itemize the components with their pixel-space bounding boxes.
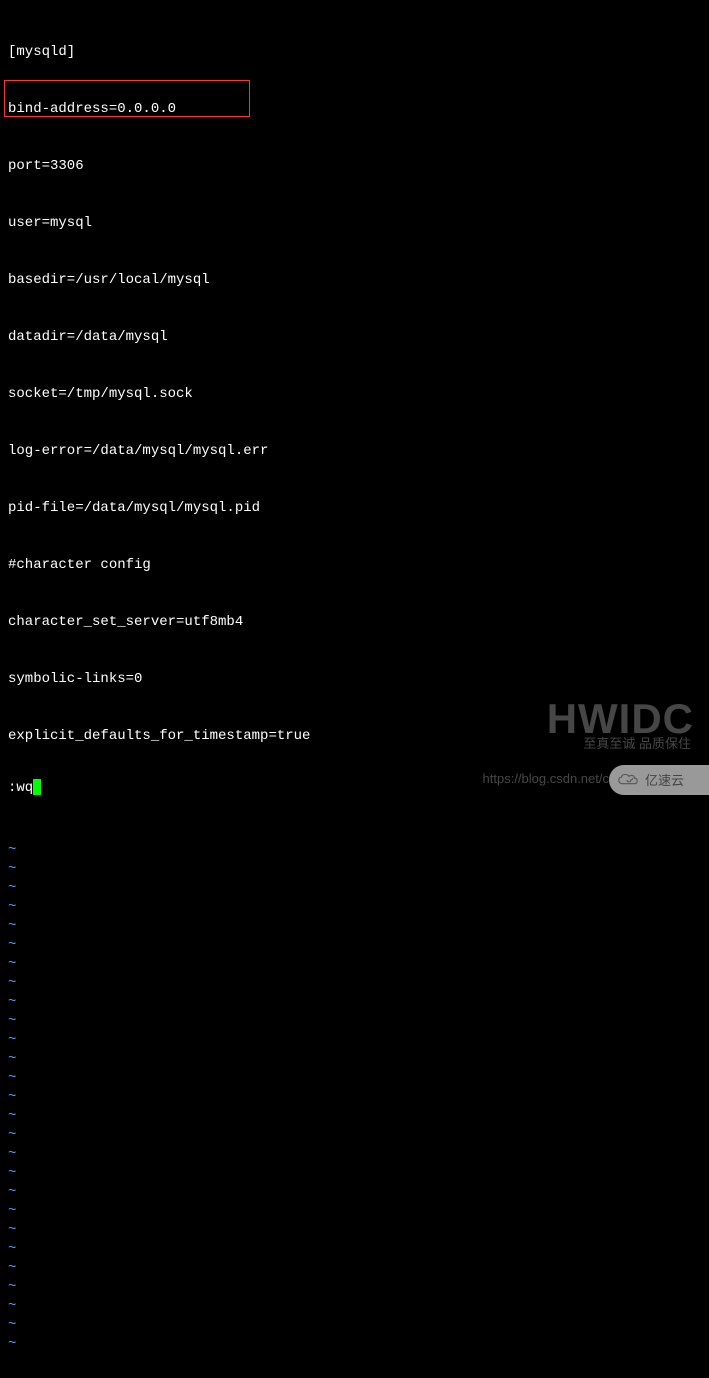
- cursor-icon: [33, 779, 41, 795]
- vim-tilde-line: ~: [8, 1316, 701, 1335]
- config-line: #character config: [8, 556, 701, 575]
- config-line: symbolic-links=0: [8, 670, 701, 689]
- config-line: basedir=/usr/local/mysql: [8, 271, 701, 290]
- vim-editor[interactable]: [mysqld] bind-address=0.0.0.0 port=3306 …: [0, 0, 709, 1378]
- vim-command: :wq: [8, 780, 33, 796]
- vim-tilde-line: ~: [8, 1259, 701, 1278]
- vim-tilde-line: ~: [8, 1164, 701, 1183]
- vim-tilde-line: ~: [8, 1183, 701, 1202]
- config-line: bind-address=0.0.0.0: [8, 100, 701, 119]
- vim-tilde-line: ~: [8, 879, 701, 898]
- vim-tilde-line: ~: [8, 860, 701, 879]
- vim-tilde-line: ~: [8, 974, 701, 993]
- vim-tilde-line: ~: [8, 1031, 701, 1050]
- vim-tilde-line: ~: [8, 1107, 701, 1126]
- config-line: log-error=/data/mysql/mysql.err: [8, 442, 701, 461]
- vim-tilde-line: ~: [8, 955, 701, 974]
- vim-tilde-line: ~: [8, 1297, 701, 1316]
- vim-tilde-line: ~: [8, 1050, 701, 1069]
- vim-tilde-line: ~: [8, 917, 701, 936]
- vim-tilde-line: ~: [8, 1221, 701, 1240]
- config-line: port=3306: [8, 157, 701, 176]
- config-line: [mysqld]: [8, 43, 701, 62]
- vim-tilde-line: ~: [8, 1012, 701, 1031]
- vim-tilde-line: ~: [8, 936, 701, 955]
- config-line: datadir=/data/mysql: [8, 328, 701, 347]
- vim-tilde-line: ~: [8, 1240, 701, 1259]
- vim-tilde-line: ~: [8, 841, 701, 860]
- config-line: pid-file=/data/mysql/mysql.pid: [8, 499, 701, 518]
- vim-tilde-line: ~: [8, 898, 701, 917]
- config-line: socket=/tmp/mysql.sock: [8, 385, 701, 404]
- vim-tilde-line: ~: [8, 993, 701, 1012]
- config-line: explicit_defaults_for_timestamp=true: [8, 727, 701, 746]
- vim-tilde-line: ~: [8, 1088, 701, 1107]
- config-line: user=mysql: [8, 214, 701, 233]
- empty-line: [8, 784, 701, 803]
- vim-tilde-line: ~: [8, 1202, 701, 1221]
- vim-tilde-line: ~: [8, 1145, 701, 1164]
- vim-command-line[interactable]: :wq: [8, 779, 41, 798]
- config-line: character_set_server=utf8mb4: [8, 613, 701, 632]
- vim-tilde-line: ~: [8, 1069, 701, 1088]
- vim-tilde-line: ~: [8, 1278, 701, 1297]
- vim-tilde-line: ~: [8, 1335, 701, 1354]
- vim-tilde-line: ~: [8, 1126, 701, 1145]
